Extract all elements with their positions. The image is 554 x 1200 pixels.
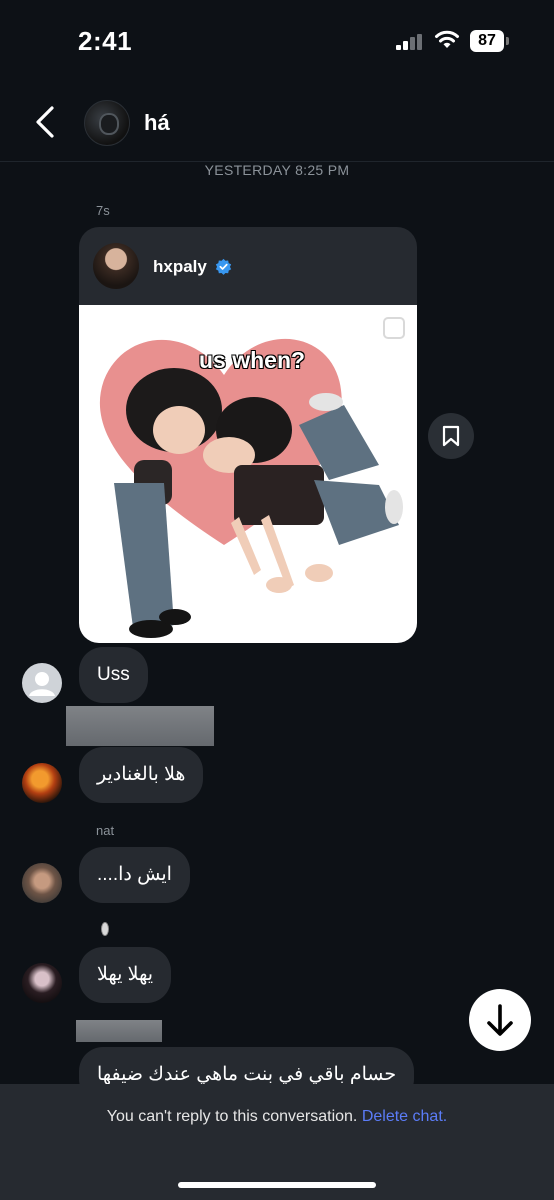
post-header[interactable]: hxpaly — [79, 227, 417, 305]
home-indicator[interactable] — [178, 1182, 376, 1188]
default-user-icon — [29, 672, 55, 696]
multiple-images-icon — [383, 317, 405, 339]
chevron-left-icon[interactable] — [30, 104, 60, 140]
scroll-to-bottom-button[interactable] — [469, 989, 531, 1051]
avatar[interactable] — [22, 663, 62, 703]
status-time: 2:41 — [78, 26, 133, 56]
date-separator: YESTERDAY 8:25 PM — [204, 162, 350, 178]
battery-indicator: 87 — [470, 30, 504, 52]
message-bubble[interactable]: هلا بالغنادير — [79, 747, 204, 803]
redacted-name — [76, 1020, 162, 1042]
contact-name[interactable]: há — [144, 110, 170, 136]
avatar[interactable] — [22, 863, 62, 903]
post-author-avatar[interactable] — [93, 243, 139, 289]
cellular-signal-icon — [396, 34, 422, 50]
conversation-footer: You can't reply to this conversation. De… — [0, 1084, 554, 1200]
bookmark-icon — [442, 425, 460, 447]
chat-header: há — [0, 82, 554, 162]
post-image[interactable]: us when? — [79, 305, 417, 643]
footer-message: You can't reply to this conversation. De… — [0, 1108, 554, 1126]
post-caption: us when? — [198, 347, 306, 374]
redacted-name — [66, 706, 214, 746]
avatar[interactable] — [22, 763, 62, 803]
battery-tip — [506, 37, 509, 45]
save-post-button[interactable] — [428, 413, 474, 459]
shared-post-card[interactable]: hxpaly us when? — [79, 227, 417, 643]
sender-label: nat — [96, 823, 115, 838]
wifi-icon — [435, 30, 459, 48]
reaction-emoji — [101, 922, 109, 936]
verified-badge-icon — [215, 258, 232, 275]
status-bar: 2:41 87 — [0, 0, 554, 82]
delete-chat-link[interactable]: Delete chat. — [362, 1108, 447, 1125]
arrow-down-icon — [487, 1004, 513, 1036]
reply-disabled-notice: You can't reply to this conversation. — [106, 1108, 358, 1125]
post-author-username[interactable]: hxpaly — [153, 257, 207, 277]
message-bubble[interactable]: Uss — [79, 647, 148, 703]
message-bubble[interactable]: يهلا يهلا — [79, 947, 172, 1003]
sender-label: 7s — [96, 203, 110, 218]
contact-avatar[interactable] — [84, 100, 130, 146]
avatar[interactable] — [22, 963, 62, 1003]
message-bubble[interactable]: ايش دا.... — [79, 847, 190, 903]
